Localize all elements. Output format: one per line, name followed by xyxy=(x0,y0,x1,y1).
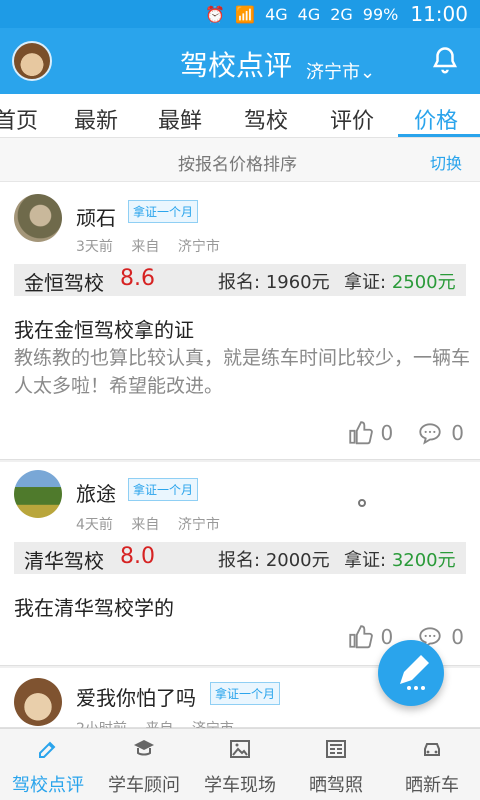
review-from-label: 来自 xyxy=(131,239,160,255)
active-tab-indicator xyxy=(398,134,480,137)
cert-value: 3200元 xyxy=(391,550,456,571)
nav-show-license[interactable]: 晒驾照 xyxy=(288,737,384,797)
review-time: 3天前 xyxy=(76,239,113,255)
fee-label: 报名: xyxy=(218,550,261,571)
indicator-dot xyxy=(358,499,366,507)
review-card[interactable]: 顽石 拿证一个月 3天前 来自 济宁市 金恒驾校 8.6 报名: 1960元 拿… xyxy=(0,182,480,460)
avatar[interactable] xyxy=(12,41,52,81)
edit-icon xyxy=(39,741,56,758)
school-info-bar[interactable]: 金恒驾校 8.6 报名: 1960元 拿证: 2500元 xyxy=(14,264,466,296)
nav-label: 学车顾问 xyxy=(108,775,180,796)
alarm-icon: ⏰ xyxy=(205,4,226,24)
cert-value: 2500元 xyxy=(391,272,456,293)
sort-description: 按报名价格排序 xyxy=(178,155,297,175)
status-badge: 拿证一个月 xyxy=(128,478,199,501)
registration-fee: 报名: 2000元 xyxy=(218,546,330,572)
pencil-icon xyxy=(400,655,429,690)
comment-count: 0 xyxy=(451,625,464,649)
user-avatar[interactable] xyxy=(14,678,62,726)
review-location: 济宁市 xyxy=(177,239,220,255)
status-badge: 拿证一个月 xyxy=(128,200,199,223)
review-meta: 4天前 来自 济宁市 xyxy=(76,514,234,534)
school-name[interactable]: 清华驾校 xyxy=(24,545,104,574)
like-button[interactable]: 0 xyxy=(347,420,394,446)
nav-learning-advisor[interactable]: 学车顾问 xyxy=(96,737,192,797)
graduation-cap-icon xyxy=(134,740,154,756)
status-bar: ⏰ 📶 4G 4G 2G 99% 11:00 xyxy=(0,0,480,28)
school-score: 8.0 xyxy=(120,544,155,569)
fee-label: 报名: xyxy=(218,272,261,293)
certificate-fee: 拿证: 2500元 xyxy=(344,268,456,294)
car-icon xyxy=(424,743,440,756)
review-time: 4天前 xyxy=(76,517,113,533)
fee-value: 1960元 xyxy=(265,272,330,293)
city-label: 济宁市 xyxy=(306,62,360,83)
nav-label: 晒驾照 xyxy=(309,775,363,796)
user-name[interactable]: 旅途 xyxy=(76,478,116,507)
school-name[interactable]: 金恒驾校 xyxy=(24,267,104,296)
thumbs-up-icon xyxy=(348,625,373,649)
status-badge: 拿证一个月 xyxy=(210,682,281,705)
city-selector[interactable]: 济宁市⌄ xyxy=(306,58,375,84)
cert-label: 拿证: xyxy=(344,550,387,571)
network-label-tertiary: 2G xyxy=(330,4,353,24)
tab-schools[interactable]: 驾校 xyxy=(244,103,288,135)
fee-value: 2000元 xyxy=(265,550,330,571)
network-label-secondary: 4G xyxy=(297,4,321,24)
app-header: 驾校点评 济宁市⌄ xyxy=(0,28,480,94)
like-count: 0 xyxy=(380,421,394,445)
bell-icon[interactable] xyxy=(430,46,460,76)
sort-bar: 按报名价格排序 切换 xyxy=(0,138,480,182)
school-info-bar[interactable]: 清华驾校 8.0 报名: 2000元 拿证: 3200元 xyxy=(14,542,466,574)
tab-freshest[interactable]: 最鲜 xyxy=(158,103,202,135)
page-title: 驾校点评 xyxy=(180,49,293,82)
review-location: 济宁市 xyxy=(177,517,220,533)
comment-count: 0 xyxy=(451,421,464,445)
nav-show-new-car[interactable]: 晒新车 xyxy=(384,737,480,797)
top-tabs: 首页 最新 最鲜 驾校 评价 价格 xyxy=(0,94,480,138)
wifi-icon: 📶 xyxy=(235,4,256,24)
chevron-down-icon: ⌄ xyxy=(360,62,376,83)
image-icon xyxy=(230,740,250,758)
comment-button[interactable]: 0 xyxy=(417,420,464,446)
review-title[interactable]: 我在金恒驾校拿的证 xyxy=(14,314,194,343)
user-name[interactable]: 顽石 xyxy=(76,202,116,231)
nav-driving-scene[interactable]: 学车现场 xyxy=(192,737,288,797)
tab-reviews[interactable]: 评价 xyxy=(330,103,374,135)
review-card[interactable]: 旅途 拿证一个月 4天前 来自 济宁市 清华驾校 8.0 报名: 2000元 拿… xyxy=(0,462,480,666)
school-score: 8.6 xyxy=(120,266,155,291)
cert-label: 拿证: xyxy=(344,272,387,293)
nav-label: 学车现场 xyxy=(204,775,276,796)
tab-latest[interactable]: 最新 xyxy=(74,103,118,135)
registration-fee: 报名: 1960元 xyxy=(218,268,330,294)
user-name[interactable]: 爱我你怕了吗 xyxy=(76,682,196,711)
network-label: 4G xyxy=(265,4,288,24)
switch-sort-button[interactable]: 切换 xyxy=(430,150,462,174)
certificate-fee: 拿证: 3200元 xyxy=(344,546,456,572)
tab-home[interactable]: 首页 xyxy=(0,103,38,135)
review-title[interactable]: 我在清华驾校学的 xyxy=(14,592,174,621)
nav-label: 驾校点评 xyxy=(12,775,84,796)
newspaper-icon xyxy=(326,740,346,758)
battery-percentage: 99% xyxy=(362,4,399,24)
write-review-button[interactable] xyxy=(378,640,444,706)
nav-driving-school-reviews[interactable]: 驾校点评 xyxy=(0,737,96,797)
nav-label: 晒新车 xyxy=(405,775,459,796)
bottom-navigation: 驾校点评 学车顾问 学车现场 晒驾照 晒新车 xyxy=(0,728,480,800)
user-avatar[interactable] xyxy=(14,470,62,518)
review-meta: 3天前 来自 济宁市 xyxy=(76,236,234,256)
user-avatar[interactable] xyxy=(14,194,62,242)
review-from-label: 来自 xyxy=(131,517,160,533)
thumbs-up-icon xyxy=(348,421,373,445)
comment-icon xyxy=(419,423,441,445)
status-time: 11:00 xyxy=(410,2,468,26)
review-text: 教练教的也算比较认真，就是练车时间比较少，一辆车人太多啦！希望能改进。 xyxy=(14,347,471,397)
tab-price[interactable]: 价格 xyxy=(414,103,458,135)
review-actions: 0 0 xyxy=(347,420,464,446)
